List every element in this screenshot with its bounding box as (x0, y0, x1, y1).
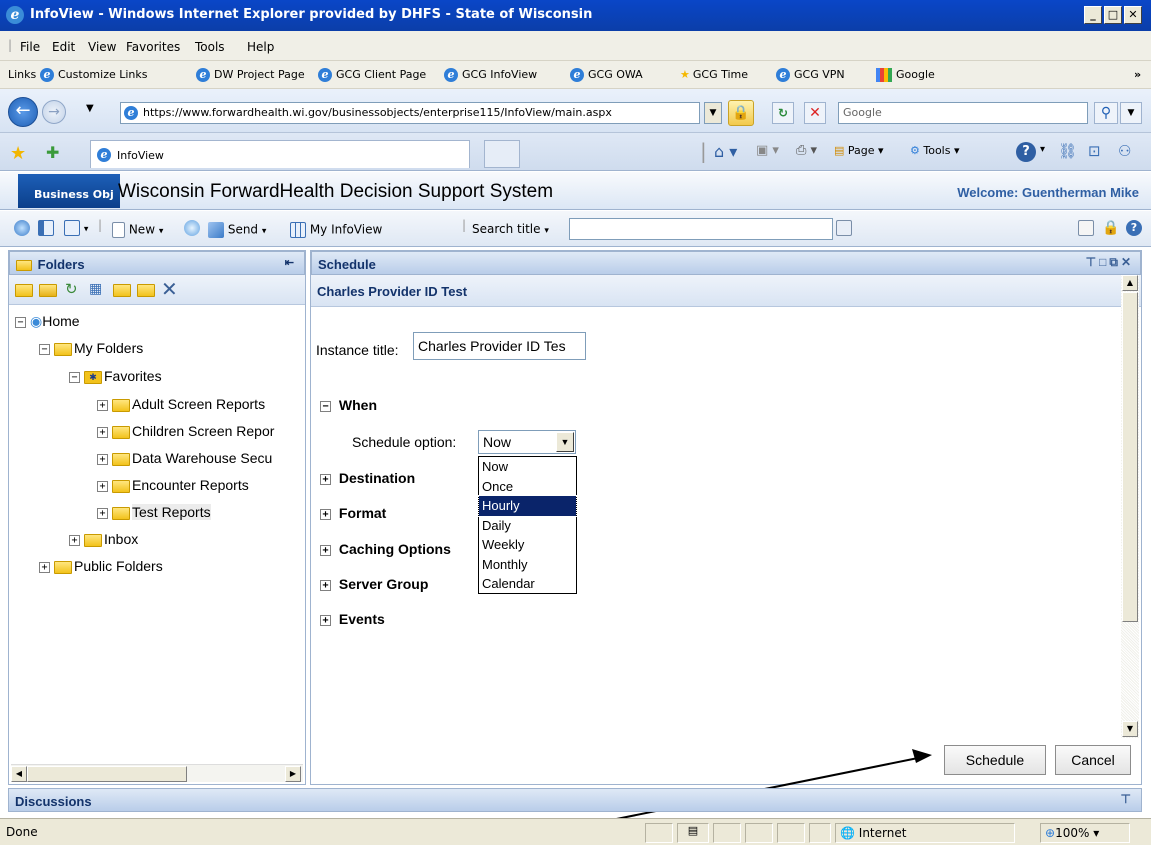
page-status-icon: ▤ (677, 823, 709, 843)
discussions-header[interactable]: Discussions ⊤ (8, 788, 1142, 812)
status-cell (777, 823, 805, 843)
status-cell (745, 823, 773, 843)
zoom-level[interactable]: ⊕100% ▾ (1040, 823, 1130, 843)
status-cell (809, 823, 831, 843)
security-zone: 🌐 Internet (835, 823, 1015, 843)
status-cell (713, 823, 741, 843)
globe-icon: 🌐 (840, 826, 855, 840)
zoom-icon: ⊕ (1045, 826, 1056, 840)
status-bar: Done ▤ 🌐 Internet ⊕100% ▾ (0, 818, 1151, 845)
status-cell (645, 823, 673, 843)
annotation-arrow (502, 749, 932, 843)
expand-panel-icon[interactable]: ⊤ (1121, 792, 1131, 806)
status-text: Done (6, 825, 38, 839)
